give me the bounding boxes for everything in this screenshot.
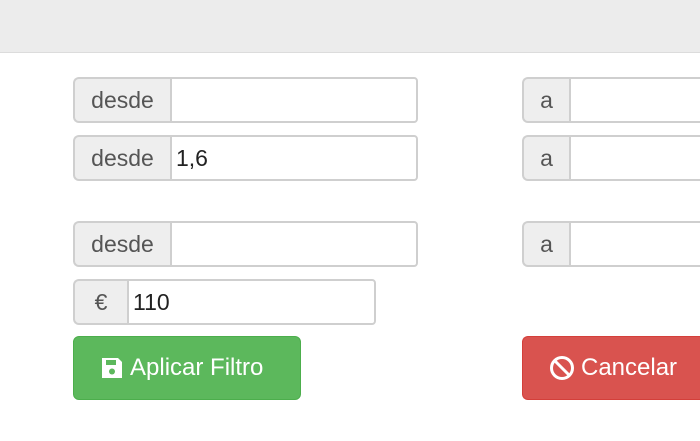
range-to-group-2: a	[522, 135, 700, 181]
cancel-label: Cancelar	[581, 354, 678, 381]
range-from-group-1: desde	[73, 77, 418, 123]
currency-addon: €	[73, 279, 127, 325]
from-addon-3: desde	[73, 221, 170, 267]
range-from-group-3: desde	[73, 221, 418, 267]
from-addon-1: desde	[73, 77, 170, 123]
to-addon-3: a	[522, 221, 569, 267]
to-input-3[interactable]	[569, 221, 700, 267]
to-input-2[interactable]	[569, 135, 700, 181]
from-input-3[interactable]	[170, 221, 418, 267]
top-bar	[0, 0, 700, 53]
price-group: €	[73, 279, 376, 325]
floppy-disk-icon	[100, 356, 124, 380]
price-input[interactable]	[127, 279, 376, 325]
cancel-button[interactable]: Cancelar	[522, 336, 700, 400]
range-from-group-2: desde	[73, 135, 418, 181]
to-addon-1: a	[522, 77, 569, 123]
apply-filter-label: Aplicar Filtro	[130, 354, 264, 381]
from-input-2[interactable]	[170, 135, 418, 181]
to-input-1[interactable]	[569, 77, 700, 123]
from-input-1[interactable]	[170, 77, 418, 123]
from-addon-2: desde	[73, 135, 170, 181]
range-to-group-3: a	[522, 221, 700, 267]
range-to-group-1: a	[522, 77, 700, 123]
to-addon-2: a	[522, 135, 569, 181]
apply-filter-button[interactable]: Aplicar Filtro	[73, 336, 301, 400]
ban-icon	[549, 355, 575, 381]
